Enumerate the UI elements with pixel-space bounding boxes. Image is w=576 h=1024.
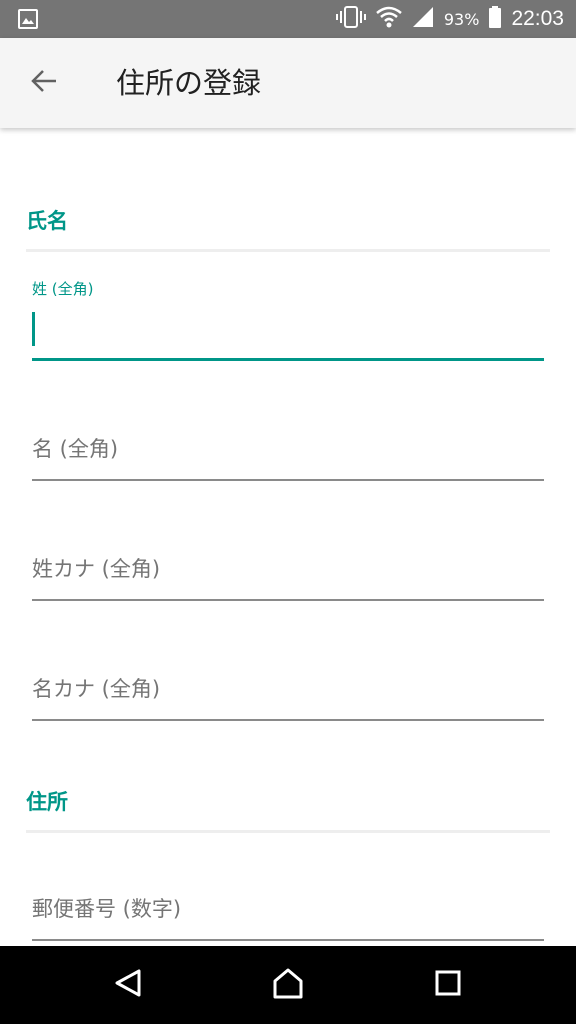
battery-percent: 93% bbox=[443, 9, 480, 29]
first-name-underline bbox=[32, 479, 544, 481]
page-title: 住所の登録 bbox=[116, 66, 262, 100]
section-divider bbox=[26, 249, 550, 252]
battery-icon bbox=[489, 6, 502, 32]
first-name-kana-field[interactable]: 名カナ (全角) bbox=[32, 673, 544, 723]
last-name-kana-field[interactable]: 姓カナ (全角) bbox=[32, 553, 544, 603]
first-name-placeholder: 名 (全角) bbox=[32, 437, 119, 461]
text-cursor bbox=[32, 312, 35, 346]
first-name-kana-placeholder: 名カナ (全角) bbox=[32, 677, 161, 701]
image-icon bbox=[18, 9, 38, 33]
nav-back-button[interactable] bbox=[103, 960, 153, 1010]
last-name-label: 姓 (全角) bbox=[32, 280, 94, 298]
status-bar: 93% 22:03 bbox=[0, 0, 576, 38]
back-button[interactable] bbox=[22, 61, 66, 105]
postal-code-field[interactable]: 郵便番号 (数字) bbox=[32, 893, 544, 943]
recents-square-icon bbox=[434, 969, 462, 1001]
last-name-kana-underline bbox=[32, 599, 544, 601]
last-name-kana-placeholder: 姓カナ (全角) bbox=[32, 557, 161, 581]
nav-recents-button[interactable] bbox=[423, 960, 473, 1010]
postal-code-placeholder: 郵便番号 (数字) bbox=[32, 897, 182, 921]
address-section-header: 住所 bbox=[26, 790, 68, 814]
signal-icon bbox=[412, 6, 434, 32]
app-bar: 住所の登録 bbox=[0, 38, 576, 128]
first-name-kana-underline bbox=[32, 719, 544, 721]
vibrate-icon bbox=[335, 6, 366, 32]
postal-code-underline bbox=[32, 939, 544, 941]
wifi-icon bbox=[376, 6, 402, 32]
clock: 22:03 bbox=[511, 7, 564, 30]
first-name-field[interactable]: 名 (全角) bbox=[32, 433, 544, 483]
last-name-field[interactable]: 姓 (全角) bbox=[32, 278, 544, 363]
arrow-left-icon bbox=[30, 69, 58, 97]
name-section-header: 氏名 bbox=[26, 209, 68, 233]
back-triangle-icon bbox=[113, 968, 143, 1002]
last-name-underline bbox=[32, 358, 544, 361]
section-divider bbox=[26, 830, 550, 833]
nav-home-button[interactable] bbox=[263, 960, 313, 1010]
address-form: 氏名 姓 (全角) 名 (全角) 姓カナ (全角) 名カナ (全角) 住所 郵便… bbox=[0, 128, 576, 946]
navigation-bar bbox=[0, 946, 576, 1024]
home-icon bbox=[271, 967, 305, 1003]
